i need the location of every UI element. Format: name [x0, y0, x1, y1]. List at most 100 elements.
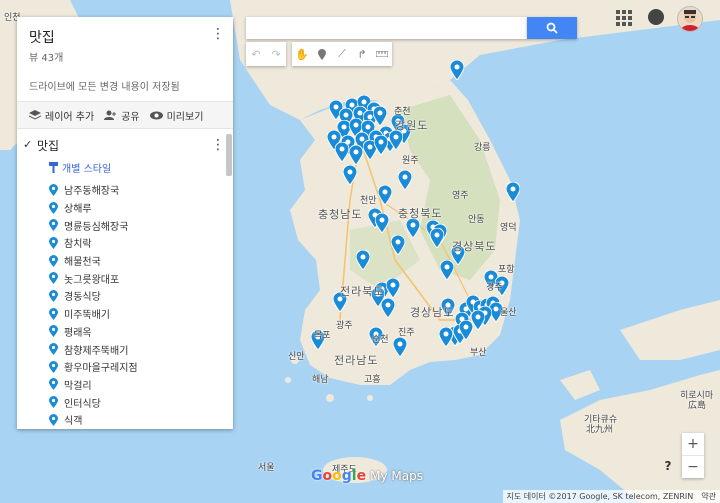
map-pin[interactable]	[429, 227, 445, 249]
place-marker-icon	[49, 272, 58, 285]
map-pin[interactable]	[334, 141, 350, 163]
map-pin[interactable]	[372, 105, 388, 127]
map-title[interactable]: 맛집	[29, 27, 221, 47]
share-button[interactable]: 공유	[104, 108, 140, 123]
map-pin[interactable]	[449, 59, 465, 81]
search-button[interactable]	[527, 17, 577, 39]
map-pin[interactable]	[390, 234, 406, 256]
place-name: 해물천국	[64, 257, 101, 269]
place-item[interactable]: 인터식당	[17, 393, 233, 411]
redo-icon[interactable]: ↷	[266, 42, 286, 66]
place-name: 놋그릇왕대포	[64, 274, 120, 286]
terms-link[interactable]: 약관	[701, 491, 716, 502]
map-pin[interactable]	[438, 326, 454, 348]
map-legend-panel: 맛집 뷰 43개 드라이브에 모든 변경 내용이 저장됨 ⋮ 레이어 추가 공유…	[17, 17, 233, 429]
preview-label: 미리보기	[166, 111, 204, 123]
map-label-suncheon: 순천	[372, 335, 389, 345]
place-item[interactable]: 남주동해장국	[17, 181, 233, 199]
place-item[interactable]: 해물천국	[17, 252, 233, 270]
style-label: 개별 스타일	[62, 163, 112, 175]
layer-options-icon[interactable]: ⋮	[211, 138, 225, 152]
search-input[interactable]	[246, 17, 527, 39]
place-marker-icon	[49, 378, 58, 391]
place-name: 참향제주뚝배기	[64, 345, 129, 357]
map-label-haenam: 해남	[312, 375, 329, 385]
place-name: 평래옥	[64, 327, 92, 339]
map-label-seoul: 서울	[258, 463, 275, 473]
map-pin[interactable]	[355, 249, 371, 271]
help-icon[interactable]: ?	[660, 459, 676, 475]
map-pin[interactable]	[392, 336, 408, 358]
layer-name[interactable]: 맛집	[37, 137, 59, 154]
zoom-out-button[interactable]: −	[682, 455, 704, 478]
add-layer-button[interactable]: 레이어 추가	[29, 108, 94, 123]
place-name: 명륜등심해장국	[64, 221, 129, 233]
place-item[interactable]: 놋그릇왕대포	[17, 269, 233, 287]
preview-button[interactable]: 미리보기	[149, 108, 204, 123]
map-label-jinju: 진주	[398, 328, 415, 338]
place-name: 인터식당	[64, 398, 101, 410]
map-pin[interactable]	[380, 297, 396, 319]
map-pin[interactable]	[348, 144, 364, 166]
add-person-icon	[104, 110, 117, 120]
map-pin[interactable]	[458, 319, 474, 341]
place-marker-icon	[49, 236, 58, 249]
map-pin[interactable]	[470, 309, 486, 331]
map-pin[interactable]	[397, 169, 413, 191]
place-item[interactable]: 막걸리	[17, 376, 233, 394]
place-item[interactable]: 참향제주뚝배기	[17, 340, 233, 358]
zoom-in-button[interactable]: +	[682, 433, 704, 455]
map-pin[interactable]	[505, 181, 521, 203]
map-label-gyeongju: 경주	[486, 283, 503, 293]
place-name: 식객	[64, 416, 83, 428]
attribution-text: 지도 데이터 ©2017 Google, SK telecom, ZENRIN	[506, 492, 694, 501]
map-pin[interactable]	[439, 259, 455, 281]
map-label-gangneung: 강릉	[474, 143, 491, 153]
map-pin[interactable]	[385, 277, 401, 299]
search-icon	[546, 22, 558, 34]
place-name: 참치락	[64, 239, 92, 251]
place-item[interactable]: 명륜등심해장국	[17, 216, 233, 234]
map-label-gyeongnam: 경상남도	[410, 306, 455, 319]
map-options-icon[interactable]: ⋮	[211, 27, 225, 41]
avatar[interactable]	[677, 6, 703, 32]
place-name: 막걸리	[64, 380, 92, 392]
map-pin[interactable]	[374, 212, 390, 234]
map-pin[interactable]	[405, 217, 421, 239]
place-marker-icon	[49, 325, 58, 338]
notifications-icon[interactable]	[648, 9, 664, 25]
map-label-hiroshima-kanji: 広島	[688, 401, 707, 411]
panel-header: 맛집 뷰 43개 드라이브에 모든 변경 내용이 저장됨 ⋮	[17, 17, 233, 93]
undo-icon[interactable]: ↶	[246, 42, 266, 66]
map-pin[interactable]	[388, 129, 404, 151]
hand-icon[interactable]: ✋	[292, 42, 312, 66]
place-item[interactable]: 평래옥	[17, 323, 233, 341]
place-marker-icon	[49, 360, 58, 373]
map-pin[interactable]	[342, 164, 358, 186]
place-item[interactable]: 식객	[17, 411, 233, 429]
map-label-chungnam: 충청남도	[318, 208, 363, 221]
save-status: 드라이브에 모든 변경 내용이 저장됨	[29, 82, 180, 93]
place-marker-icon	[49, 254, 58, 267]
place-item[interactable]: 경동식당	[17, 287, 233, 305]
view-count: 뷰 43개	[29, 53, 64, 64]
layer-checkbox[interactable]: ✓	[23, 139, 33, 150]
map-pin[interactable]	[377, 184, 393, 206]
add-marker-icon[interactable]	[312, 42, 332, 66]
place-item[interactable]: 황우마을구레지점	[17, 358, 233, 376]
directions-icon[interactable]: ↱	[352, 42, 372, 66]
draw-line-icon[interactable]: ⟋	[332, 42, 352, 66]
apps-grid-icon[interactable]	[616, 10, 632, 26]
place-item[interactable]: 상해루	[17, 199, 233, 217]
ruler-icon[interactable]	[372, 42, 392, 66]
place-item[interactable]: 미주뚝배기	[17, 305, 233, 323]
zoom-control: + −	[682, 433, 704, 478]
map-pin[interactable]	[373, 134, 389, 156]
place-name: 미주뚝배기	[64, 310, 110, 322]
place-name: 상해루	[64, 204, 92, 216]
map-label-chungbuk: 충청북도	[398, 207, 443, 220]
map-label-gangwon: 강원도	[395, 119, 429, 132]
panel-scrollbar[interactable]	[226, 134, 232, 176]
place-item[interactable]: 참치락	[17, 234, 233, 252]
individual-style-link[interactable]: 개별 스타일	[17, 157, 233, 177]
